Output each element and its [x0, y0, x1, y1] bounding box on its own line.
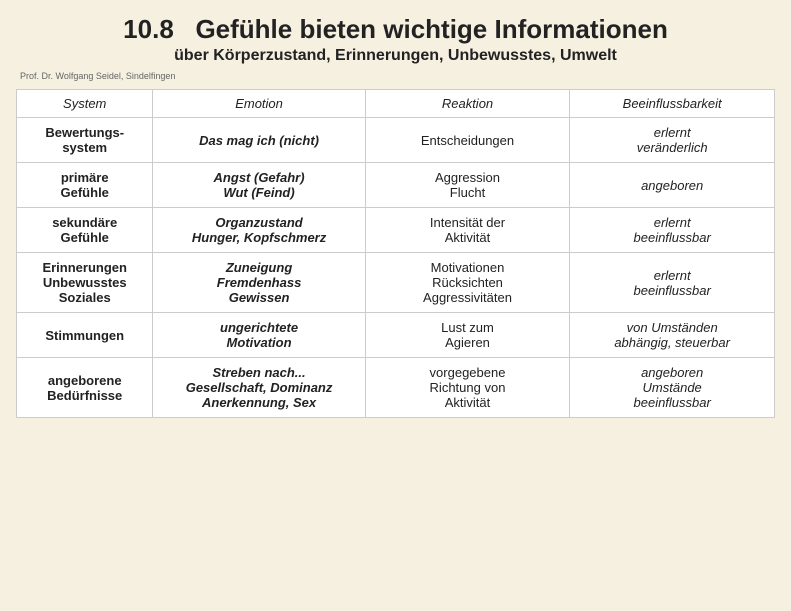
- cell-system: angeborene Bedürfnisse: [17, 358, 153, 418]
- cell-system: Bewertungs- system: [17, 118, 153, 163]
- cell-influence: erlernt beeinflussbar: [570, 253, 775, 313]
- cell-influence: angeboren Umstände beeinflussbar: [570, 358, 775, 418]
- col-header-influence: Beeinflussbarkeit: [570, 90, 775, 118]
- table-header-row: System Emotion Reaktion Beeinflussbarkei…: [17, 90, 775, 118]
- cell-influence: erlernt beeinflussbar: [570, 208, 775, 253]
- col-header-emotion: Emotion: [153, 90, 365, 118]
- title-text: Gefühle bieten wichtige Informationen: [195, 14, 667, 44]
- author-label: Prof. Dr. Wolfgang Seidel, Sindelfingen: [0, 69, 791, 85]
- table-container: System Emotion Reaktion Beeinflussbarkei…: [0, 85, 791, 611]
- page-subtitle: über Körperzustand, Erinnerungen, Unbewu…: [20, 47, 771, 65]
- cell-system: sekundäre Gefühle: [17, 208, 153, 253]
- cell-emotion: Streben nach... Gesellschaft, Dominanz A…: [153, 358, 365, 418]
- main-table: System Emotion Reaktion Beeinflussbarkei…: [16, 89, 775, 418]
- table-row: Bewertungs- systemDas mag ich (nicht)Ent…: [17, 118, 775, 163]
- header: 10.8 Gefühle bieten wichtige Information…: [0, 0, 791, 69]
- cell-reaction: Intensität der Aktivität: [365, 208, 570, 253]
- table-row: angeborene BedürfnisseStreben nach... Ge…: [17, 358, 775, 418]
- table-row: sekundäre GefühleOrganzustand Hunger, Ko…: [17, 208, 775, 253]
- col-header-system: System: [17, 90, 153, 118]
- slide-number: 10.8: [123, 14, 174, 44]
- cell-influence: angeboren: [570, 163, 775, 208]
- cell-influence: von Umständen abhängig, steuerbar: [570, 313, 775, 358]
- cell-emotion: Zuneigung Fremdenhass Gewissen: [153, 253, 365, 313]
- cell-reaction: Entscheidungen: [365, 118, 570, 163]
- cell-emotion: Das mag ich (nicht): [153, 118, 365, 163]
- col-header-reaction: Reaktion: [365, 90, 570, 118]
- cell-emotion: Angst (Gefahr) Wut (Feind): [153, 163, 365, 208]
- cell-influence: erlernt veränderlich: [570, 118, 775, 163]
- cell-reaction: Motivationen Rücksichten Aggressivitäten: [365, 253, 570, 313]
- table-row: Stimmungenungerichtete MotivationLust zu…: [17, 313, 775, 358]
- cell-system: Erinnerungen Unbewusstes Soziales: [17, 253, 153, 313]
- cell-reaction: Aggression Flucht: [365, 163, 570, 208]
- page-title: 10.8 Gefühle bieten wichtige Information…: [20, 14, 771, 45]
- cell-reaction: vorgegebene Richtung von Aktivität: [365, 358, 570, 418]
- table-row: primäre GefühleAngst (Gefahr) Wut (Feind…: [17, 163, 775, 208]
- cell-reaction: Lust zum Agieren: [365, 313, 570, 358]
- cell-system: primäre Gefühle: [17, 163, 153, 208]
- cell-system: Stimmungen: [17, 313, 153, 358]
- page: 10.8 Gefühle bieten wichtige Information…: [0, 0, 791, 611]
- cell-emotion: Organzustand Hunger, Kopfschmerz: [153, 208, 365, 253]
- cell-emotion: ungerichtete Motivation: [153, 313, 365, 358]
- table-row: Erinnerungen Unbewusstes SozialesZuneigu…: [17, 253, 775, 313]
